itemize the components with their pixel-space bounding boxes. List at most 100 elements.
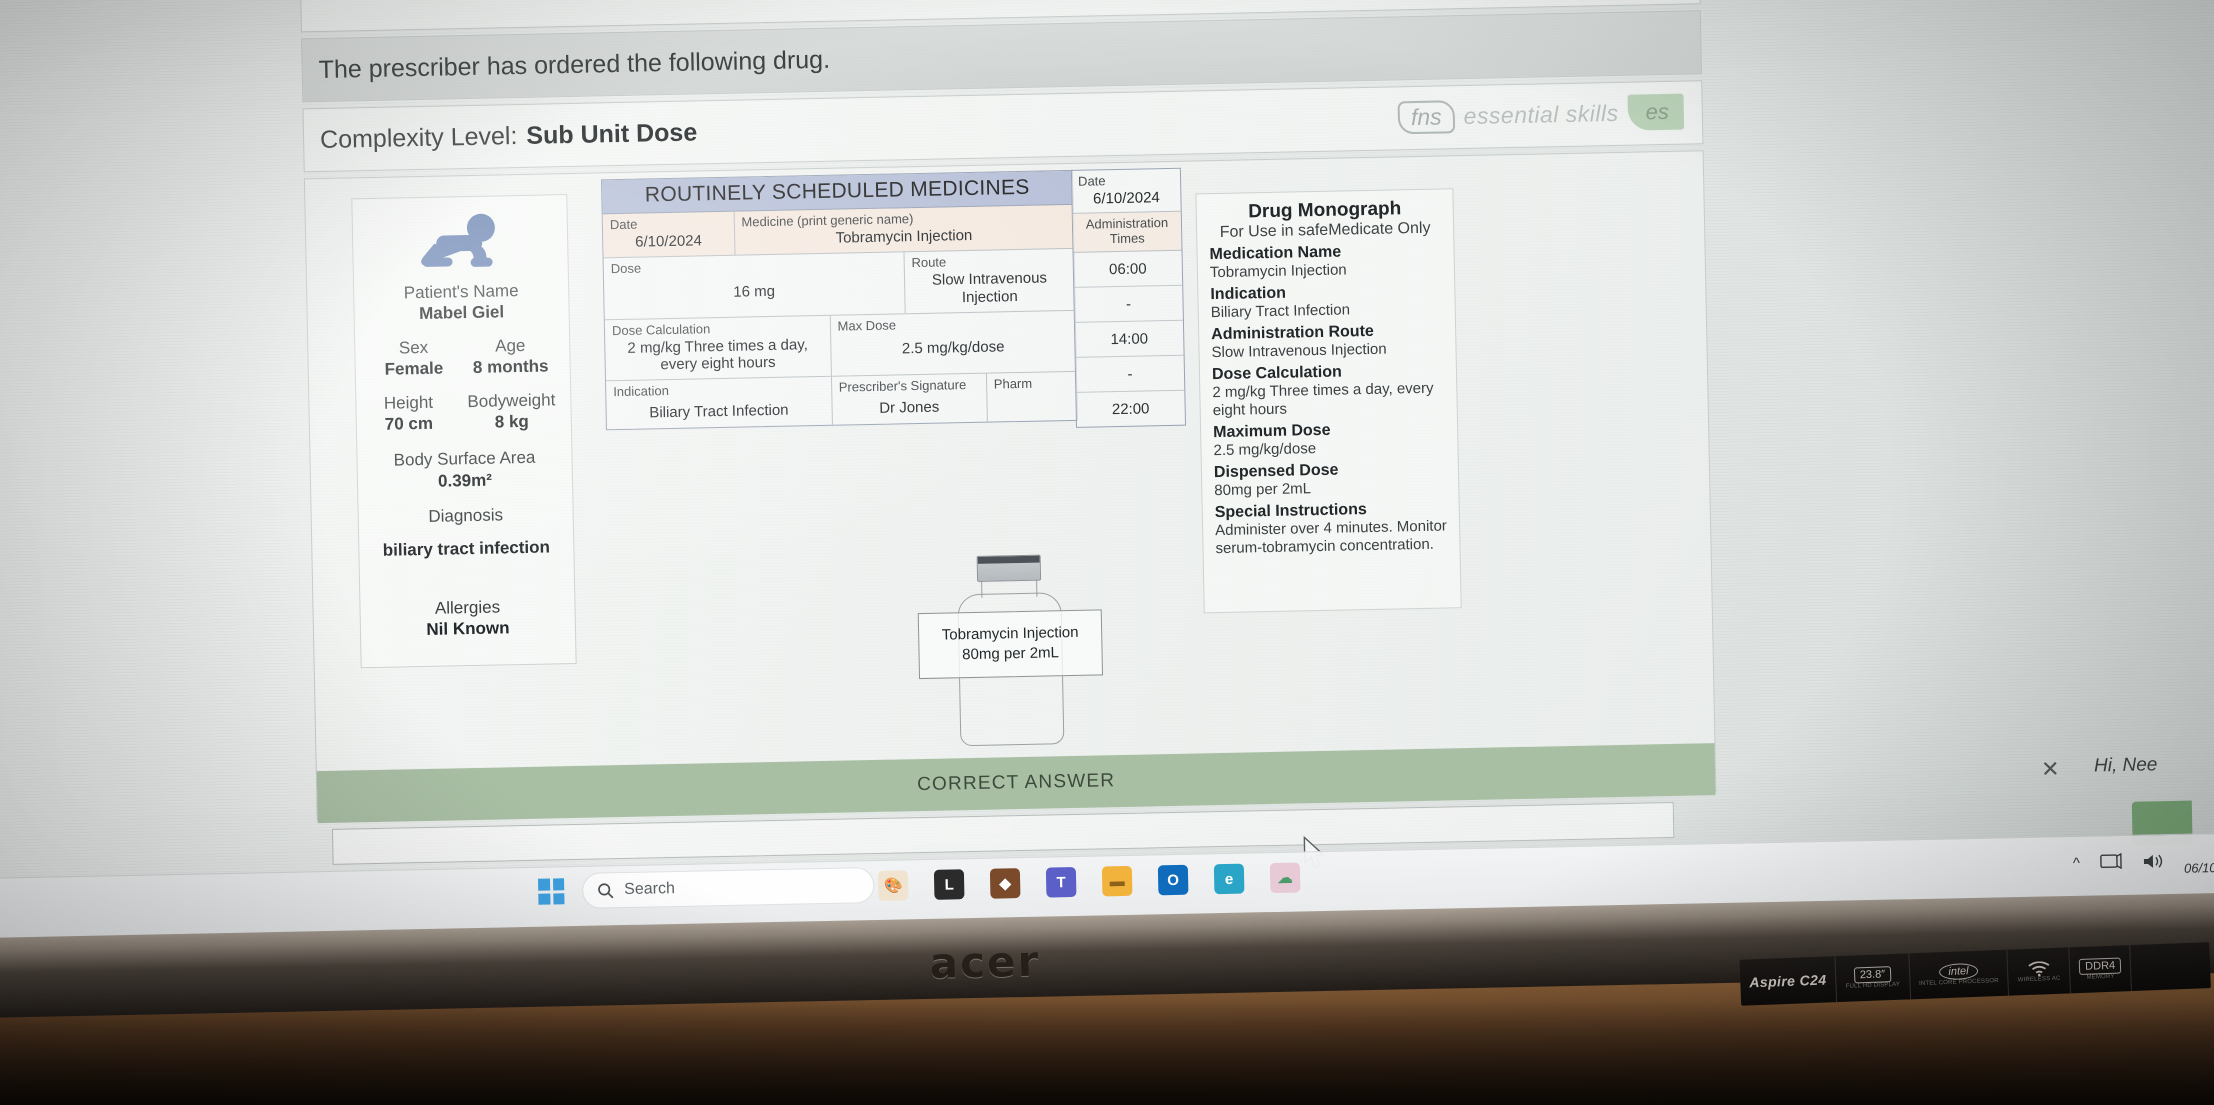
- screen-size-sticker: 23.8″ FULL HD DISPLAY: [1835, 953, 1911, 1003]
- sex-value: Female: [384, 358, 444, 379]
- taskbar-start-area: Search: [537, 867, 875, 910]
- patient-height-weight-row: Height 70 cm Bodyweight 8 kg: [356, 389, 571, 435]
- safemedicate-logo: fns essential skills es: [1397, 93, 1685, 136]
- brave-browser-icon[interactable]: ◆: [989, 868, 1021, 899]
- chart-indication-cell: Indication Biliary Tract Infection: [606, 377, 833, 429]
- teams-icon[interactable]: T: [1045, 866, 1077, 898]
- monograph-value-medication-name: Tobramycin Injection: [1209, 261, 1347, 282]
- complexity-value: Sub Unit Dose: [526, 117, 698, 150]
- bsa-label: Body Surface Area: [393, 448, 536, 471]
- wifi-sticker: WIRELESS AC: [2007, 947, 2072, 996]
- diagnosis-label: Diagnosis: [428, 505, 504, 526]
- drug-monograph-card: Drug Monograph For Use in safeMedicate O…: [1195, 188, 1462, 614]
- chart-max-dose-value: 2.5 mg/kg/dose: [901, 338, 1005, 358]
- intel-logo: intel: [1939, 962, 1978, 981]
- clock-date: 06/10/2024: [2183, 859, 2214, 876]
- vial-label-name: Tobramycin Injection: [941, 623, 1079, 644]
- chart-dose-calc-cell: Dose Calculation 2 mg/kg Three times a d…: [604, 315, 832, 381]
- chart-route-cell: Route Slow Intravenous Injection: [904, 249, 1074, 313]
- monograph-value-maximum-dose: 2.5 mg/kg/dose: [1213, 440, 1317, 460]
- onedrive-icon[interactable]: ☁: [1269, 862, 1301, 894]
- patient-details-card: Patient's Name Mabel Giel Sex Female Age…: [351, 194, 577, 669]
- chart-pharm-cell: Pharm: [987, 372, 1077, 421]
- lenovo-app-icon[interactable]: L: [933, 869, 965, 900]
- memory-caption: MEMORY: [2086, 973, 2115, 981]
- chart-medicine-cell: Medicine (print generic name) Tobramycin…: [734, 205, 1073, 255]
- screen-size-caption: FULL HD DISPLAY: [1845, 981, 1901, 990]
- vial-label: Tobramycin Injection 80mg per 2mL: [917, 609, 1104, 680]
- patient-allergies: Allergies Nil Known: [426, 596, 510, 640]
- chart-dose-value: 16 mg: [733, 283, 776, 301]
- user-greeting: Hi, Nee: [2093, 754, 2158, 777]
- model-name: Aspire C24: [1749, 971, 1827, 991]
- administration-times-column: Date 6/10/2024 Administration Times 06:0…: [1070, 167, 1187, 428]
- intel-caption: INTEL CORE PROCESSOR: [1918, 978, 1999, 988]
- patient-name-value: Mabel Giel: [418, 302, 505, 324]
- chart-row-calculation: Dose Calculation 2 mg/kg Three times a d…: [604, 310, 1076, 382]
- chart-date-cell: Date 6/10/2024: [602, 211, 736, 258]
- infant-patient-icon: [414, 212, 507, 276]
- acer-aio-monitor: You answered this question INCORRECTLY ✖…: [0, 0, 2214, 1019]
- start-tile-2: [552, 878, 565, 890]
- desk-shadow: [0, 1000, 2214, 1105]
- bodyweight-value: 8 kg: [494, 412, 530, 432]
- taskbar-app-icons: 🎨 L ◆ T ▬ O e ☁: [877, 862, 1301, 901]
- time-slot-3: 14:00: [1074, 320, 1184, 358]
- time-slot-2: -: [1074, 285, 1183, 323]
- intel-sticker: intel INTEL CORE PROCESSOR: [1908, 949, 2010, 1000]
- wifi-caption: WIRELESS AC: [2017, 975, 2061, 983]
- close-widget-icon[interactable]: ✕: [2041, 756, 2060, 782]
- medication-vial-image: Tobramycin Injection 80mg per 2mL: [917, 554, 1104, 747]
- allergies-value: Nil Known: [426, 618, 510, 639]
- fns-logo-mark: fns: [1397, 99, 1455, 134]
- chart-date-label: Date: [609, 216, 638, 233]
- chart-signature-cell: Prescriber's Signature Dr Jones: [831, 373, 988, 425]
- acer-brand-logo: acer: [929, 936, 1041, 988]
- times-date-value: 6/10/2024: [1092, 189, 1160, 208]
- exercise-panel: Patient's Name Mabel Giel Sex Female Age…: [303, 150, 1717, 865]
- vial-cap: [976, 554, 1042, 582]
- paint-app-icon[interactable]: 🎨: [877, 870, 909, 901]
- safemedicate-page: You answered this question INCORRECTLY ✖…: [299, 0, 1717, 865]
- windows-start-icon[interactable]: [537, 878, 565, 905]
- network-icon[interactable]: [2100, 853, 2122, 871]
- prescription-chart: ROUTINELY SCHEDULED MEDICINES Date 6/10/…: [600, 169, 1078, 430]
- es-badge: es: [1627, 93, 1685, 131]
- chart-signature-label: Prescriber's Signature: [838, 377, 967, 395]
- chart-row-dose: Dose 16 mg Route Slow Intravenous Inject…: [603, 249, 1075, 321]
- taskbar-clock[interactable]: 01:58 06/10/2024: [2184, 843, 2214, 877]
- patient-age: Age 8 months: [472, 335, 549, 379]
- file-explorer-icon[interactable]: ▬: [1101, 865, 1133, 897]
- monograph-value-indication: Biliary Tract Infection: [1210, 301, 1351, 322]
- chart-dose-calc-value: 2 mg/kg Three times a day, every eight h…: [627, 335, 808, 374]
- chart-route-label: Route: [911, 254, 947, 271]
- diagnosis-value: biliary tract infection: [382, 537, 551, 560]
- patient-bsa: Body Surface Area 0.39m²: [393, 447, 536, 492]
- height-label: Height: [383, 393, 434, 414]
- chart-route-value: Slow Intravenous Injection: [931, 269, 1048, 306]
- outlook-icon[interactable]: O: [1157, 864, 1189, 896]
- allergies-label: Allergies: [434, 597, 501, 618]
- patient-sex-age-row: Sex Female Age 8 months: [355, 334, 570, 380]
- times-heading: Administration Times: [1072, 211, 1182, 254]
- search-placeholder-text: Search: [624, 880, 676, 899]
- chart-date-value: 6/10/2024: [634, 232, 703, 251]
- chart-indication-value: Biliary Tract Infection: [649, 401, 789, 422]
- screen-size-value: 23.8″: [1853, 966, 1892, 984]
- start-tile-3: [538, 893, 551, 905]
- sex-label: Sex: [398, 338, 429, 358]
- chart-dose-cell: Dose 16 mg: [603, 252, 906, 320]
- times-date-label: Date: [1077, 173, 1106, 189]
- chart-indication-label: Indication: [613, 383, 670, 400]
- edge-browser-icon[interactable]: e: [1213, 863, 1245, 895]
- monograph-subtitle: For Use in safeMedicate Only: [1219, 219, 1431, 241]
- show-hidden-icons-chevron-icon[interactable]: ^: [2073, 855, 2080, 872]
- lcd-screen: You answered this question INCORRECTLY ✖…: [0, 0, 2214, 944]
- photo-of-monitor-scene: You answered this question INCORRECTLY ✖…: [0, 0, 2214, 1105]
- volume-icon[interactable]: [2142, 852, 2164, 870]
- memory-sticker: DDR4 MEMORY: [2069, 945, 2133, 994]
- chart-row-indication: Indication Biliary Tract Infection Presc…: [606, 372, 1077, 429]
- age-value: 8 months: [472, 356, 549, 378]
- taskbar-search-box[interactable]: Search: [581, 867, 875, 909]
- time-slot-5: 22:00: [1111, 400, 1150, 418]
